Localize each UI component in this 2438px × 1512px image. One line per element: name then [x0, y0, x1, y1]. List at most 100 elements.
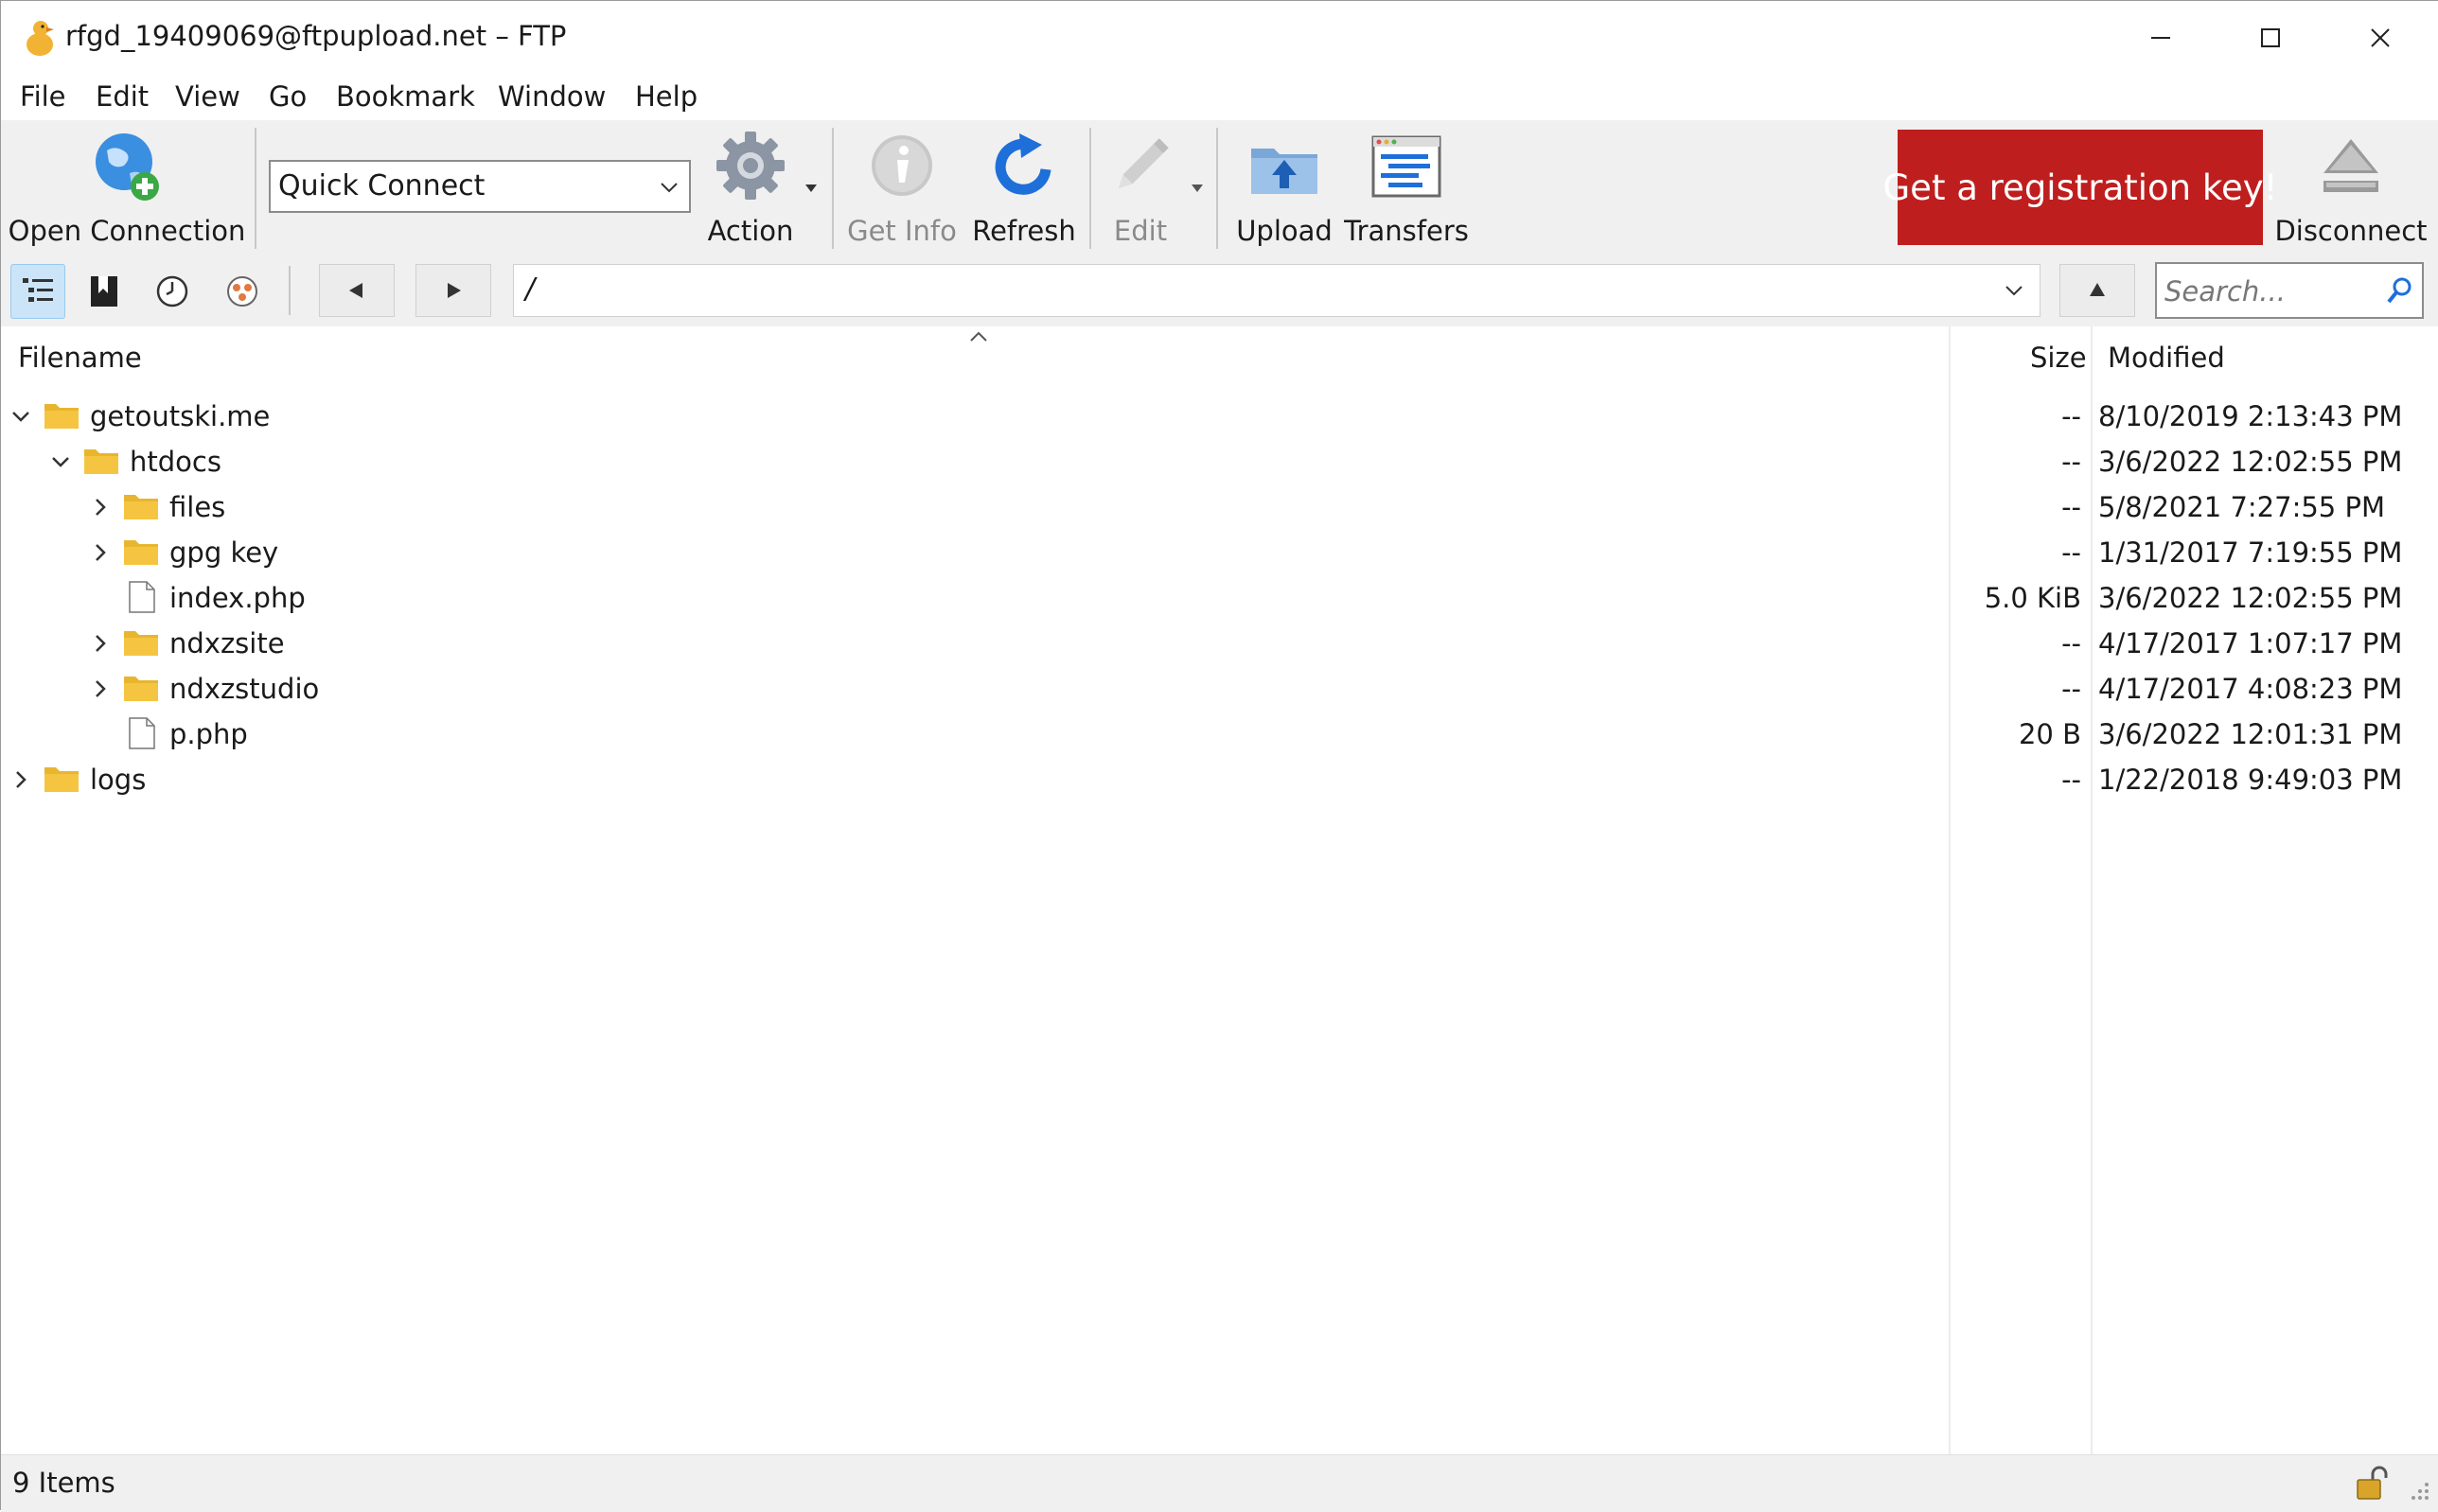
file-name: ndxzstudio: [169, 673, 320, 705]
chevron-down-icon: [2005, 286, 2023, 296]
registration-key-button[interactable]: Get a registration key!: [1883, 130, 2278, 245]
file-modified: 4/17/2017 4:08:23 PM: [2098, 673, 2403, 705]
table-row[interactable]: logs -- 1/22/2018 9:49:03 PM: [1, 758, 2438, 803]
table-row[interactable]: getoutski.me -- 8/10/2019 2:13:43 PM: [1, 395, 2438, 440]
file-modified: 1/31/2017 7:19:55 PM: [2098, 536, 2403, 569]
duck-app-icon: [26, 21, 54, 56]
table-row[interactable]: files -- 5/8/2021 7:27:55 PM: [1, 485, 2438, 531]
toolbar-divider: [1216, 128, 1218, 249]
file-name: files: [169, 491, 226, 523]
table-row[interactable]: ndxzsite -- 4/17/2017 1:07:17 PM: [1, 622, 2438, 667]
open-connection-button[interactable]: Open Connection: [9, 128, 245, 256]
table-row[interactable]: p.php 20 B 3/6/2022 12:01:31 PM: [1, 712, 2438, 758]
chevron-right-icon[interactable]: [88, 631, 113, 656]
info-icon: [872, 135, 932, 196]
file-size: --: [2061, 491, 2081, 523]
file-size: 20 B: [2018, 718, 2081, 750]
get-info-label: Get Info: [847, 215, 957, 247]
file-name: index.php: [169, 582, 306, 614]
search-input[interactable]: [2163, 270, 2375, 313]
folder-icon: [44, 767, 79, 792]
forward-button[interactable]: [415, 264, 491, 317]
file-modified: 4/17/2017 1:07:17 PM: [2098, 627, 2403, 659]
bookmarks-button[interactable]: [77, 264, 132, 319]
search-box[interactable]: [2155, 262, 2424, 319]
back-button[interactable]: [319, 264, 395, 317]
sort-ascending-icon[interactable]: [966, 326, 991, 345]
quick-connect-label: Quick Connect: [278, 169, 486, 202]
menu-view[interactable]: View: [171, 80, 244, 113]
menu-go[interactable]: Go: [265, 80, 310, 113]
quick-connect-dropdown[interactable]: Quick Connect: [269, 160, 691, 213]
menu-edit[interactable]: Edit: [92, 80, 152, 113]
file-name: htdocs: [130, 446, 221, 478]
upload-button[interactable]: Upload: [1231, 128, 1337, 256]
transfers-icon: [1371, 135, 1441, 198]
menu-file[interactable]: File: [16, 80, 70, 113]
upload-label: Upload: [1236, 215, 1333, 247]
navigation-bar: /: [1, 260, 2438, 327]
bonjour-button[interactable]: [215, 264, 270, 319]
window-title: rfgd_19409069@ftpupload.net – FTP: [65, 20, 567, 52]
chevron-right-icon[interactable]: [88, 540, 113, 565]
maximize-button[interactable]: [2216, 1, 2325, 75]
path-dropdown[interactable]: /: [513, 264, 2040, 317]
transfers-label: Transfers: [1344, 215, 1469, 247]
file-modified: 1/22/2018 9:49:03 PM: [2098, 764, 2403, 796]
action-label: Action: [707, 215, 794, 247]
toolbar-divider: [832, 128, 834, 249]
file-size: --: [2061, 536, 2081, 569]
file-size: --: [2061, 673, 2081, 705]
menu-bookmark[interactable]: Bookmark: [332, 80, 479, 113]
file-name: ndxzsite: [169, 627, 285, 659]
open-connection-label: Open Connection: [8, 215, 246, 247]
get-info-button[interactable]: Get Info: [845, 128, 959, 256]
parent-directory-button[interactable]: [2059, 264, 2135, 317]
chevron-right-icon[interactable]: [88, 495, 113, 519]
table-row[interactable]: index.php 5.0 KiB 3/6/2022 12:02:55 PM: [1, 576, 2438, 622]
refresh-button[interactable]: Refresh: [972, 128, 1076, 256]
chevron-right-icon[interactable]: [9, 767, 33, 792]
main-toolbar: Open Connection Quick Connect Action Get…: [1, 120, 2438, 260]
transfers-button[interactable]: Transfers: [1344, 128, 1469, 256]
table-row[interactable]: gpg key -- 1/31/2017 7:19:55 PM: [1, 531, 2438, 576]
history-button[interactable]: [145, 264, 200, 319]
file-size: --: [2061, 400, 2081, 432]
gear-icon: [716, 132, 785, 200]
toolbar-divider: [255, 128, 256, 249]
table-row[interactable]: ndxzstudio -- 4/17/2017 4:08:23 PM: [1, 667, 2438, 712]
file-size: 5.0 KiB: [1984, 582, 2081, 614]
minimize-button[interactable]: [2106, 1, 2216, 75]
resize-grip-icon[interactable]: [2403, 1474, 2431, 1503]
file-name: getoutski.me: [90, 400, 271, 432]
close-button[interactable]: [2325, 1, 2435, 75]
ftp-window: rfgd_19409069@ftpupload.net – FTP File E…: [0, 0, 2438, 1512]
chevron-right-icon[interactable]: [88, 677, 113, 701]
close-icon: [2371, 28, 2390, 47]
status-bar: 9 Items: [1, 1454, 2438, 1512]
file-browser: Filename Size Modified getoutski.me -- 8/1…: [1, 326, 2438, 1454]
unlocked-icon[interactable]: [2352, 1465, 2390, 1503]
chevron-down-icon[interactable]: [9, 404, 33, 429]
menu-window[interactable]: Window: [494, 80, 610, 113]
menu-help[interactable]: Help: [631, 80, 701, 113]
browser-view-button[interactable]: [10, 264, 65, 319]
clock-icon: [156, 275, 188, 308]
bookmark-icon: [91, 276, 117, 307]
title-bar: rfgd_19409069@ftpupload.net – FTP: [1, 1, 2438, 75]
folder-icon: [124, 677, 158, 701]
search-icon[interactable]: [2384, 275, 2414, 306]
folder-icon: [84, 449, 118, 474]
action-button[interactable]: Action: [701, 128, 800, 256]
file-modified: 3/6/2022 12:02:55 PM: [2098, 446, 2403, 478]
back-arrow-icon: [349, 283, 362, 298]
folder-icon: [124, 540, 158, 565]
chevron-down-icon[interactable]: [48, 449, 73, 474]
disconnect-button[interactable]: Disconnect: [2274, 128, 2428, 256]
edit-button[interactable]: Edit: [1103, 128, 1178, 256]
table-row[interactable]: htdocs -- 3/6/2022 12:02:55 PM: [1, 440, 2438, 485]
action-dropdown-icon[interactable]: [804, 183, 819, 194]
file-size: --: [2061, 764, 2081, 796]
edit-dropdown-icon[interactable]: [1190, 183, 1205, 194]
pencil-icon: [1118, 138, 1169, 189]
